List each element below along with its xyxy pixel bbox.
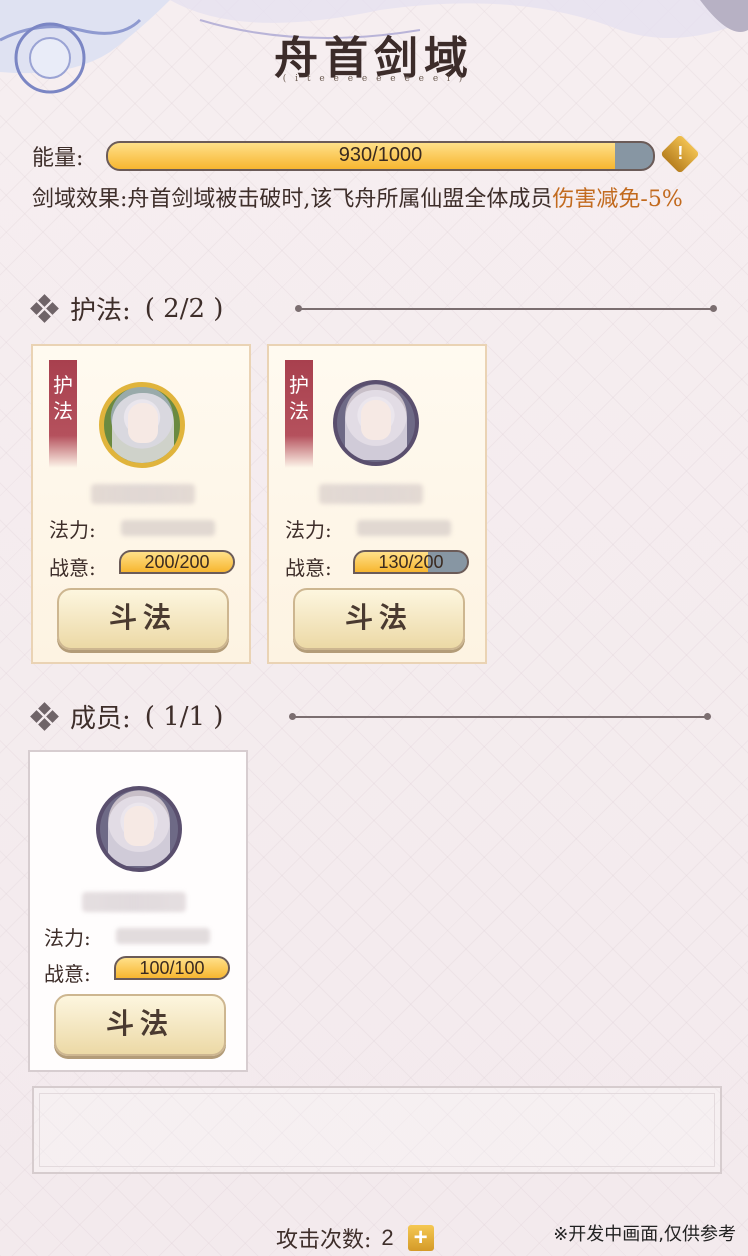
player-name-blurred: [91, 484, 195, 504]
guardians-section-header: 护法: ( 2/2 ): [30, 290, 224, 327]
fight-button[interactable]: 斗法: [293, 588, 465, 650]
domain-effect-text: 剑域效果:舟首剑域被击破时,该飞舟所属仙盟全体成员伤害减免-5%: [32, 180, 722, 220]
player-name-blurred: [319, 484, 423, 504]
player-name-blurred: [82, 892, 186, 912]
fali-label: 法力:: [44, 926, 91, 950]
fali-value-blurred: [357, 520, 451, 536]
zhanyi-value: 100/100: [139, 958, 205, 978]
guardians-label: 护法:: [70, 296, 131, 326]
page-subtitle: ( i t e e e e e e e e e i ): [282, 74, 466, 84]
guardians-count: ( 2/2 ): [144, 293, 224, 324]
zhanyi-label: 战意:: [44, 962, 91, 986]
zhanyi-value: 130/200: [378, 552, 444, 572]
section-divider: [289, 713, 711, 720]
zhanyi-bar: 130/200: [353, 550, 469, 574]
fali-value-blurred: [116, 928, 210, 944]
guardian-tag: 护法: [49, 360, 77, 468]
dev-disclaimer: ※开发中画面,仅供参考: [553, 1224, 736, 1245]
zhanyi-label: 战意:: [285, 556, 332, 580]
avatar[interactable]: [99, 382, 185, 468]
guardian-card: 护法 法力: 战意: 130/200 斗法: [267, 344, 487, 664]
attack-count-value: 2: [381, 1225, 394, 1250]
fight-button[interactable]: 斗法: [54, 994, 226, 1056]
add-attempts-icon[interactable]: +: [407, 1225, 434, 1251]
zhanyi-bar: 200/200: [119, 550, 235, 574]
energy-value: 930/1000: [338, 144, 423, 166]
fali-label: 法力:: [285, 518, 332, 542]
diamond-cluster-icon: [30, 293, 59, 323]
members-label: 成员:: [70, 704, 131, 734]
attack-count-label: 攻击次数:: [276, 1228, 372, 1253]
fali-label: 法力:: [49, 518, 96, 542]
zhanyi-value: 200/200: [144, 552, 210, 572]
energy-label: 能量:: [32, 146, 84, 171]
warning-diamond-icon[interactable]: !: [660, 134, 700, 174]
diamond-cluster-icon: [30, 701, 59, 731]
guardian-card: 护法 法力: 战意: 200/200 斗法: [31, 344, 251, 664]
attack-count-row: 攻击次数: 2 +: [276, 1222, 434, 1254]
effect-highlight: 伤害减免-5%: [552, 187, 683, 212]
section-divider: [295, 305, 717, 312]
energy-bar: 930/1000: [106, 141, 655, 171]
avatar[interactable]: [96, 786, 182, 872]
fali-value-blurred: [121, 520, 215, 536]
member-card: 法力: 战意: 100/100 斗法: [28, 750, 248, 1072]
fight-button[interactable]: 斗法: [57, 588, 229, 650]
avatar[interactable]: [333, 380, 419, 466]
zhanyi-bar: 100/100: [114, 956, 230, 980]
members-count: ( 1/1 ): [144, 701, 224, 732]
empty-info-box: [32, 1086, 722, 1174]
zhanyi-label: 战意:: [49, 556, 96, 580]
guardian-tag: 护法: [285, 360, 313, 468]
members-section-header: 成员: ( 1/1 ): [30, 698, 224, 735]
effect-description: 剑域效果:舟首剑域被击破时,该飞舟所属仙盟全体成员: [32, 187, 553, 212]
